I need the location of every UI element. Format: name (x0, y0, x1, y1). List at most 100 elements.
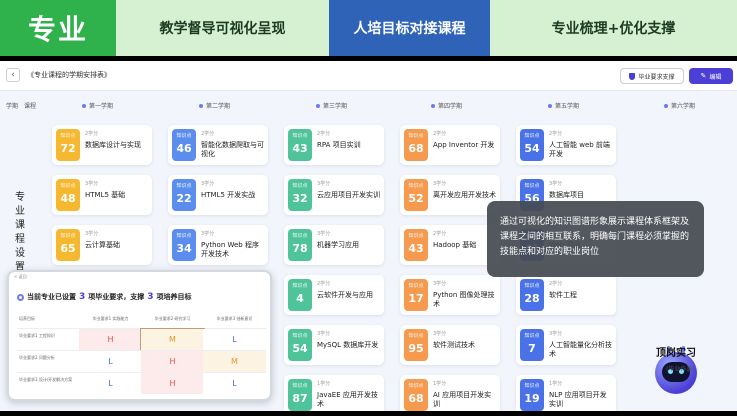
knowledge-badge: 知识点 43 (288, 129, 312, 161)
matrix-cell[interactable]: H (141, 351, 204, 372)
knowledge-badge: 知识点 68 (404, 379, 428, 411)
grad-req-button[interactable]: 毕业要求支撑 (620, 68, 684, 84)
panel-back-link[interactable]: < 返回 (9, 272, 270, 280)
course-name: 人工智能 web 前端开发 (549, 141, 610, 158)
course-name: Python 图像处理技术 (433, 291, 495, 308)
course-name: 数据库项目 (549, 191, 584, 199)
corner-label: 培养目标 (19, 316, 35, 321)
matrix-cell[interactable]: H (141, 373, 204, 394)
matrix-cell[interactable]: L (79, 373, 142, 394)
course-name: 软件工程 (549, 291, 577, 299)
course-name: HTML5 基础 (85, 191, 126, 199)
knowledge-badge: 知识点 78 (288, 229, 312, 261)
course-credit: 2学分 (317, 131, 331, 137)
matrix-cell[interactable]: M (140, 328, 205, 351)
dot-icon (664, 103, 668, 108)
course-card[interactable]: 知识点 22 3学分 HTML5 开发实战 (168, 175, 268, 215)
course-card[interactable]: 知识点 43 2学分 Hadoop 基础 (400, 225, 500, 265)
knowledge-badge: 知识点 43 (404, 229, 428, 261)
knowledge-badge: 知识点 54 (520, 129, 544, 161)
course-card[interactable]: 知识点 19 1学分 NLP 应用项目开发实训 (516, 375, 616, 411)
course-credit: 3学分 (433, 331, 447, 337)
knowledge-label: 知识点 (176, 133, 192, 139)
knowledge-count: 54 (292, 342, 308, 355)
course-credit: 3学分 (549, 331, 563, 337)
matrix-cell[interactable]: H (79, 329, 142, 350)
knowledge-badge: 知识点 19 (520, 379, 544, 411)
course-card[interactable]: 知识点 48 3学分 HTML5 基础 (52, 175, 152, 215)
knowledge-badge: 知识点 68 (404, 129, 428, 161)
course-card[interactable]: 知识点 34 3学分 Python Web 程序开发技术 (168, 225, 268, 265)
course-name: JavaEE 应用开发技术 (317, 391, 378, 408)
term-label: 第三学期 (323, 103, 348, 110)
title-mid: 项毕业要求，支撑 (88, 293, 145, 301)
dot-icon (548, 103, 552, 108)
course-card[interactable]: 知识点 43 2学分 RPA 项目实训 (284, 125, 384, 165)
course-name: 云计算基础 (85, 241, 120, 249)
tab-teaching-supervision[interactable]: 教学督导可视化呈现 (116, 0, 329, 56)
matrix-cell[interactable]: L (203, 329, 266, 350)
circle-icon (17, 293, 24, 301)
tab-major-optimization[interactable]: 专业梳理+优化支撑 (490, 0, 737, 56)
course-name: AI 应用项目开发实训 (433, 391, 492, 408)
brand-label: 专业 (0, 0, 116, 56)
course-card[interactable]: 知识点 54 3学分 MySQL 数据库开发 (284, 325, 384, 365)
knowledge-label: 知识点 (60, 233, 76, 239)
knowledge-label: 知识点 (292, 333, 308, 339)
course-card[interactable]: 知识点 78 3学分 机器学习应用 (284, 225, 384, 265)
knowledge-count: 46 (176, 142, 192, 155)
knowledge-label: 知识点 (524, 333, 540, 339)
course-card[interactable]: 知识点 28 2学分 软件工程 (516, 275, 616, 315)
grad-req-label: 毕业要求支撑 (638, 73, 675, 81)
matrix-cell[interactable]: L (203, 373, 266, 394)
goal-matrix: 培养目标 毕业要求1 实践能力 毕业要求2 研究学习 毕业要求3 创新意识 毕业要求1… (17, 310, 266, 396)
matrix-cell[interactable]: M (203, 351, 266, 372)
course-card[interactable]: 知识点 17 3学分 Python 图像处理技术 (400, 275, 500, 315)
chevron-left-icon: ‹ (11, 70, 15, 80)
back-button[interactable]: ‹ (6, 68, 20, 82)
term-header-row: 学期 课程 第一学期 第二学期 第三学期 第四学期 第五学期 第六学期 (0, 99, 737, 113)
knowledge-count: 48 (60, 192, 76, 205)
course-credit: 2学分 (201, 131, 215, 137)
course-card[interactable]: 知识点 54 2学分人工智能 web 前端开发 (516, 125, 616, 165)
course-card[interactable]: 知识点 68 2学分 App Inventor 开发 (400, 125, 500, 165)
knowledge-badge: 知识点 34 (172, 229, 196, 261)
course-card[interactable]: 知识点 65 3学分 云计算基础 (52, 225, 152, 265)
knowledge-count: 78 (292, 242, 308, 255)
title-count-2: 3 (147, 292, 154, 302)
course-credit: 3学分 (201, 181, 215, 187)
matrix-row: 毕业要求1 工程知识 H M L (17, 328, 266, 351)
matrix-cell[interactable]: L (79, 351, 142, 372)
course-credit: 2学分 (549, 131, 563, 137)
course-name: 智能化数据爬取与可视化 (201, 141, 264, 158)
course-card[interactable]: 知识点 7 3学分人工智能量化分析技术 (516, 325, 616, 365)
knowledge-badge: 知识点 32 (288, 179, 312, 211)
course-card[interactable]: 知识点 68 1学分 AI 应用项目开发实训 (400, 375, 500, 411)
course-credit: 3学分 (433, 281, 447, 287)
term-label: 第五学期 (555, 103, 580, 110)
matrix-col-head: 毕业要求1 实践能力 (92, 316, 129, 321)
tab-talent-goals[interactable]: 人培目标对接课程 (329, 0, 490, 56)
course-card[interactable]: 知识点 87 1学分 JavaEE 应用开发技术 (284, 375, 384, 411)
side-label: 专业课程设置 (15, 192, 25, 273)
course-name: HTML5 开发实战 (201, 191, 256, 199)
course-card[interactable]: 知识点 72 2学分 数据库设计与实现 (52, 125, 152, 165)
course-credit: 1学分 (549, 381, 563, 387)
course-name: 人工智能量化分析技术 (549, 341, 612, 358)
knowledge-graph-tooltip: 通过可视化的知识图谱形象展示课程体系框架及课程之间的相互联系，明确每门课程必须掌… (487, 201, 704, 277)
knowledge-label: 知识点 (292, 283, 308, 289)
course-card[interactable]: 知识点 4 2学分 云软件开发与应用 (284, 275, 384, 315)
knowledge-badge: 知识点 7 (520, 329, 544, 361)
panel-title: 当前专业已设置 3 项毕业要求，支撑 3 项培养目标 (17, 292, 192, 302)
knowledge-label: 知识点 (176, 233, 192, 239)
course-card[interactable]: 知识点 32 3学分 云应用项目开发实训 (284, 175, 384, 215)
course-card[interactable]: 知识点 46 2学分智能化数据爬取与可视化 (168, 125, 268, 165)
edit-button[interactable]: ✎ 编辑 (689, 68, 733, 84)
course-credit: 2学分 (85, 131, 99, 137)
course-card[interactable]: 知识点 52 3学分 离开发应用开发技术 (400, 175, 500, 215)
course-credit: 3学分 (317, 331, 331, 337)
knowledge-badge: 知识点 4 (288, 279, 312, 311)
knowledge-badge: 知识点 87 (288, 379, 312, 411)
course-credit: 1学分 (433, 381, 447, 387)
course-card[interactable]: 知识点 95 3学分 软件测试技术 (400, 325, 500, 365)
